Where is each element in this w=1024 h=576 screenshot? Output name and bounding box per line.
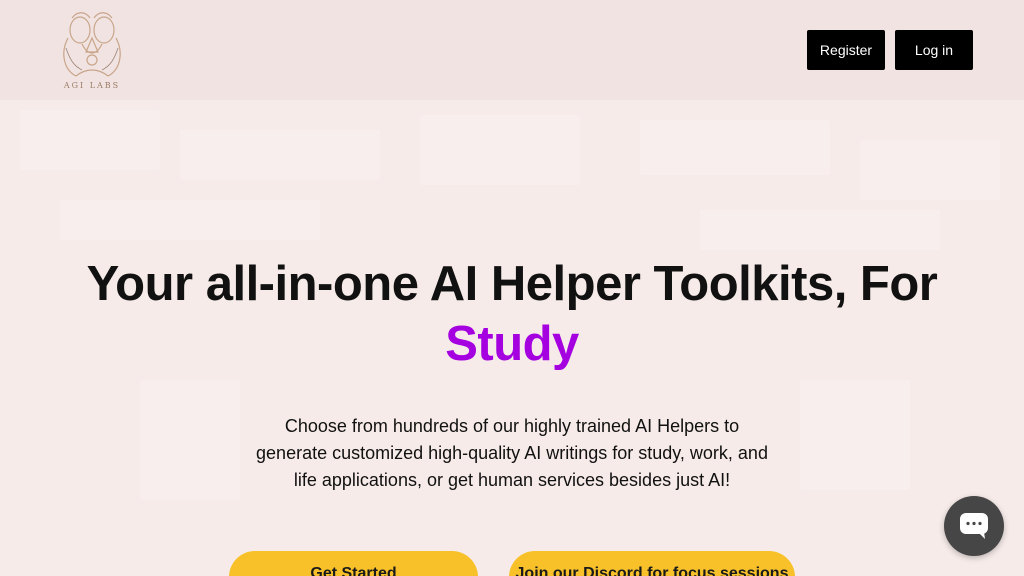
login-button[interactable]: Log in (895, 30, 973, 70)
hero-title-text: Your all-in-one AI Helper Toolkits, For (86, 257, 938, 311)
logo-illustration-icon (63, 12, 121, 77)
hero-title-accent: Study (445, 317, 579, 371)
chat-launcher-button[interactable] (944, 496, 1004, 556)
hero-title: Your all-in-one AI Helper Toolkits, For … (0, 254, 1024, 374)
site-header: AGI LABS Register Log in (0, 0, 1024, 100)
register-button[interactable]: Register (807, 30, 885, 70)
logo-text: AGI LABS (63, 81, 121, 90)
agi-labs-logo[interactable]: AGI LABS (52, 8, 132, 92)
chat-bubble-icon (960, 513, 988, 539)
hero-description: Choose from hundreds of our highly train… (256, 416, 768, 490)
get-started-button[interactable]: Get Started (229, 551, 478, 576)
join-discord-button[interactable]: Join our Discord for focus sessions (509, 551, 795, 576)
